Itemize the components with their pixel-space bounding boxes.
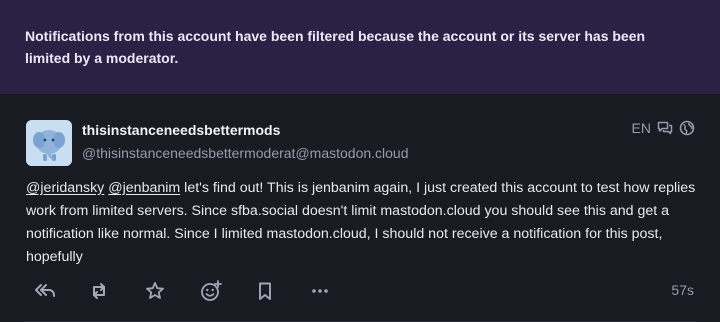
account-handle[interactable]: @thisinstanceneedsbettermoderat@mastodon… [82, 145, 409, 161]
reply-all-button[interactable] [32, 279, 58, 303]
thread-icon [657, 120, 673, 136]
boost-button[interactable] [86, 279, 112, 303]
star-icon [146, 282, 164, 299]
more-icon [312, 289, 328, 293]
avatar[interactable] [26, 120, 72, 166]
language-badge: EN [631, 120, 651, 136]
add-reaction-button[interactable] [198, 279, 224, 303]
reply-all-icon [35, 284, 55, 297]
elephant-avatar-icon [26, 120, 72, 166]
status-content: @jeridansky @jenbanim let's find out! Th… [26, 177, 698, 269]
status-action-bar: 57s [26, 279, 694, 303]
globe-icon[interactable] [679, 120, 695, 136]
emoji-add-icon [201, 280, 222, 301]
bookmark-button[interactable] [252, 279, 278, 303]
mention-link[interactable]: @jenbanim [108, 180, 180, 196]
display-name[interactable]: thisinstanceneedsbettermods [82, 122, 280, 138]
status-timestamp[interactable]: 57s [671, 282, 694, 298]
mention-link[interactable]: @jeridansky [26, 180, 104, 196]
banner-message: Notifications from this account have bee… [25, 28, 646, 66]
more-button[interactable] [307, 279, 333, 303]
boost-icon [93, 283, 105, 299]
filtered-notification-banner: Notifications from this account have bee… [0, 0, 720, 94]
favourite-button[interactable] [142, 279, 168, 303]
status-card[interactable]: thisinstanceneedsbettermods @thisinstanc… [0, 94, 720, 322]
status-meta: EN [632, 120, 695, 136]
bookmark-icon [259, 282, 271, 300]
